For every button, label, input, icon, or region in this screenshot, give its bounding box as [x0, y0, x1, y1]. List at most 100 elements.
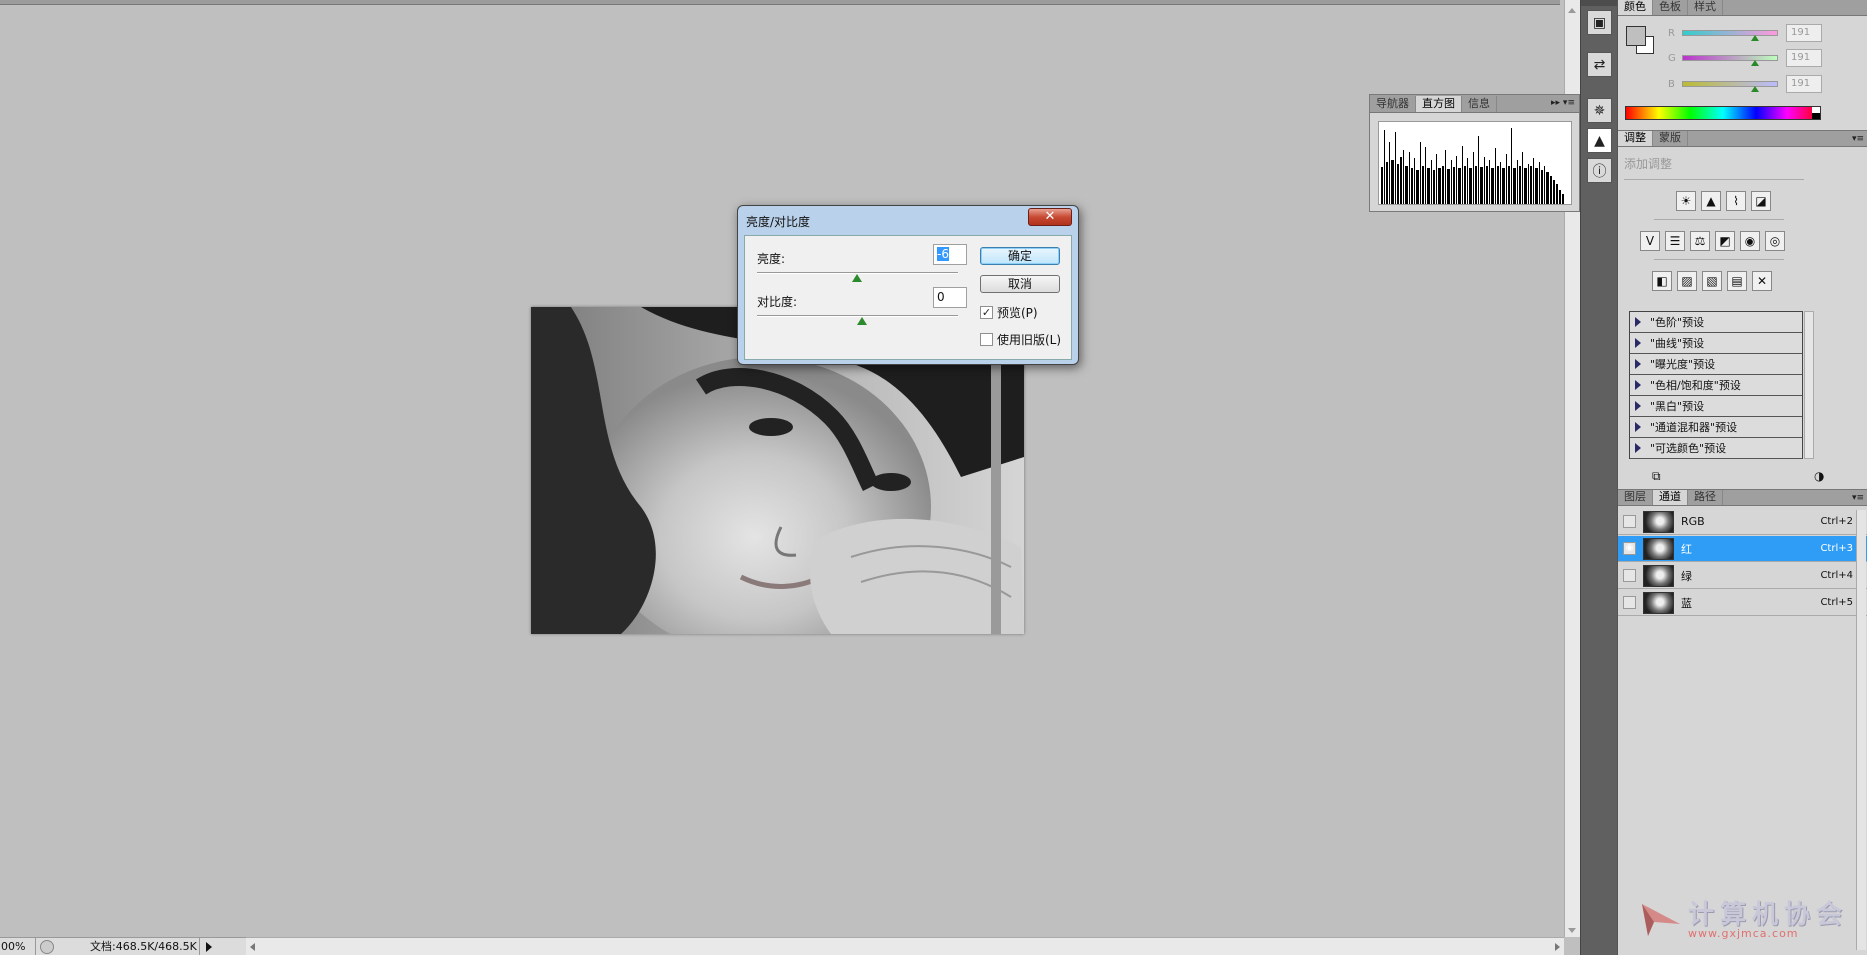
navigator-panel-icon[interactable]: ✵ [1587, 98, 1612, 123]
actions-panel-icon[interactable]: ⇄ [1587, 52, 1612, 77]
close-button[interactable]: ✕ [1028, 208, 1072, 226]
contrast-input[interactable]: 0 [933, 287, 967, 308]
vibrance-icon[interactable]: V [1640, 231, 1660, 251]
channel-row-blue[interactable]: 蓝 Ctrl+5 [1618, 590, 1867, 616]
curves-icon[interactable]: ⌇ [1726, 191, 1746, 211]
tab-info[interactable]: 信息 [1462, 96, 1497, 112]
expand-triangle-icon[interactable] [1635, 401, 1641, 411]
eye-icon[interactable]: ◉ [1623, 542, 1636, 555]
tab-color[interactable]: 颜色 [1618, 0, 1653, 15]
history-panel-icon[interactable]: ▣ [1587, 10, 1612, 35]
contrast-slider-knob[interactable] [857, 317, 867, 325]
exposure-icon[interactable]: ◪ [1751, 191, 1771, 211]
ok-button[interactable]: 确定 [980, 247, 1060, 265]
posterize-icon[interactable]: ▨ [1677, 271, 1697, 291]
clip-to-layer-icon[interactable]: ⧉ [1652, 469, 1661, 484]
use-legacy-checkbox[interactable]: 使用旧版(L) [980, 331, 1061, 348]
green-value-input[interactable]: 191 [1786, 49, 1822, 67]
tab-histogram[interactable]: 直方图 [1416, 96, 1462, 112]
scroll-up-arrow-icon[interactable] [1568, 8, 1576, 13]
foreground-color-swatch[interactable] [1626, 26, 1646, 46]
use-legacy-label: 使用旧版(L) [997, 333, 1062, 347]
red-slider[interactable] [1682, 30, 1778, 41]
preset-item[interactable]: "色阶"预设 [1630, 312, 1802, 333]
black-white-icon[interactable]: ◩ [1715, 231, 1735, 251]
histogram-panel-icon[interactable]: ▲ [1587, 128, 1612, 153]
channel-mixer-icon[interactable]: ◎ [1765, 231, 1785, 251]
dock-grip[interactable] [1581, 0, 1618, 6]
visibility-toggle[interactable] [1623, 569, 1636, 582]
checkbox-unchecked-icon[interactable] [980, 333, 993, 346]
panel-menu-icon[interactable]: ▸▸ ▾≡ [1551, 98, 1575, 108]
expand-triangle-icon[interactable] [1635, 359, 1641, 369]
expand-triangle-icon[interactable] [1635, 443, 1641, 453]
preset-label: "色阶"预设 [1650, 316, 1705, 329]
preset-item[interactable]: "曝光度"预设 [1630, 354, 1802, 375]
preset-item[interactable]: "通道混和器"预设 [1630, 417, 1802, 438]
visibility-toggle[interactable] [1623, 596, 1636, 609]
tab-layers[interactable]: 图层 [1618, 490, 1653, 505]
hue-saturation-icon[interactable]: ☰ [1665, 231, 1685, 251]
brightness-contrast-icon[interactable]: ☀ [1676, 191, 1696, 211]
tab-paths[interactable]: 路径 [1688, 490, 1723, 505]
threshold-icon[interactable]: ▧ [1702, 271, 1722, 291]
channels-scrollbar[interactable] [1856, 510, 1866, 950]
panel-menu-icon[interactable]: ▾≡ [1852, 134, 1864, 144]
expand-triangle-icon[interactable] [1635, 317, 1641, 327]
green-slider[interactable] [1682, 55, 1778, 66]
red-value-input[interactable]: 191 [1786, 24, 1822, 42]
tab-navigator[interactable]: 导航器 [1370, 96, 1416, 112]
color-spectrum-bar[interactable] [1625, 106, 1821, 120]
status-info-icon[interactable] [40, 939, 54, 954]
tab-styles[interactable]: 样式 [1688, 0, 1723, 15]
scroll-left-arrow-icon[interactable] [250, 943, 255, 951]
levels-icon[interactable]: ▲ [1701, 191, 1721, 211]
gradient-map-icon[interactable]: ▤ [1727, 271, 1747, 291]
info-panel-icon[interactable]: ⓘ [1587, 158, 1612, 183]
checkbox-checked-icon[interactable]: ✓ [980, 306, 993, 319]
tab-masks[interactable]: 蒙版 [1653, 131, 1688, 146]
selective-color-icon[interactable]: ✕ [1752, 271, 1772, 291]
green-slider-knob[interactable] [1751, 60, 1759, 66]
adjustment-toggle-icon[interactable]: ◑ [1814, 469, 1824, 483]
blue-slider[interactable] [1682, 81, 1778, 92]
tab-adjustments[interactable]: 调整 [1618, 131, 1653, 146]
preset-item[interactable]: "色相/饱和度"预设 [1630, 375, 1802, 396]
brightness-slider-knob[interactable] [852, 274, 862, 282]
expand-triangle-icon[interactable] [1635, 338, 1641, 348]
blue-slider-knob[interactable] [1751, 86, 1759, 92]
visibility-toggle[interactable] [1623, 515, 1636, 528]
expand-triangle-icon[interactable] [1635, 380, 1641, 390]
preset-label: "曲线"预设 [1650, 337, 1705, 350]
scroll-right-arrow-icon[interactable] [1555, 943, 1560, 951]
brightness-input[interactable]: -6 [933, 244, 967, 265]
expand-triangle-icon[interactable] [1635, 422, 1641, 432]
adjustments-panel: 调整 蒙版 ▾≡ 添加调整 ☀ ▲ ⌇ ◪ V ☰ ⚖ ◩ ◉ ◎ ◧ ▨ ▧ … [1618, 130, 1867, 488]
channel-row-red[interactable]: ◉ 红 Ctrl+3 [1618, 536, 1867, 562]
preset-item[interactable]: "可选颜色"预设 [1630, 438, 1802, 459]
channel-shortcut: Ctrl+3 [1820, 543, 1853, 554]
invert-icon[interactable]: ◧ [1652, 271, 1672, 291]
scroll-down-arrow-icon[interactable] [1568, 928, 1576, 933]
channel-row-green[interactable]: 绿 Ctrl+4 [1618, 563, 1867, 589]
photo-filter-icon[interactable]: ◉ [1740, 231, 1760, 251]
document-size-info: 文档:468.5K/468.5K [60, 938, 200, 955]
color-balance-icon[interactable]: ⚖ [1690, 231, 1710, 251]
red-slider-knob[interactable] [1751, 35, 1759, 41]
channel-row-rgb[interactable]: RGB Ctrl+2 [1618, 509, 1867, 535]
presets-scrollbar[interactable] [1804, 311, 1814, 459]
tab-channels[interactable]: 通道 [1653, 490, 1688, 505]
dialog-body: 亮度: -6 对比度: 0 确定 取消 ✓ 预览(P) 使用旧版(L) [744, 235, 1072, 360]
panel-menu-icon[interactable]: ▾≡ [1852, 493, 1864, 503]
cancel-button[interactable]: 取消 [980, 275, 1060, 293]
tab-swatches[interactable]: 色板 [1653, 0, 1688, 15]
preset-item[interactable]: "曲线"预设 [1630, 333, 1802, 354]
preset-item[interactable]: "黑白"预设 [1630, 396, 1802, 417]
blue-value-input[interactable]: 191 [1786, 75, 1822, 93]
zoom-level[interactable]: 00% [0, 938, 36, 955]
black-white-swatch[interactable] [1812, 107, 1820, 119]
preview-checkbox[interactable]: ✓ 预览(P) [980, 304, 1038, 321]
status-menu-arrow-icon[interactable] [206, 941, 212, 952]
horizontal-scrollbar[interactable] [246, 937, 1564, 955]
divider [1654, 219, 1784, 220]
